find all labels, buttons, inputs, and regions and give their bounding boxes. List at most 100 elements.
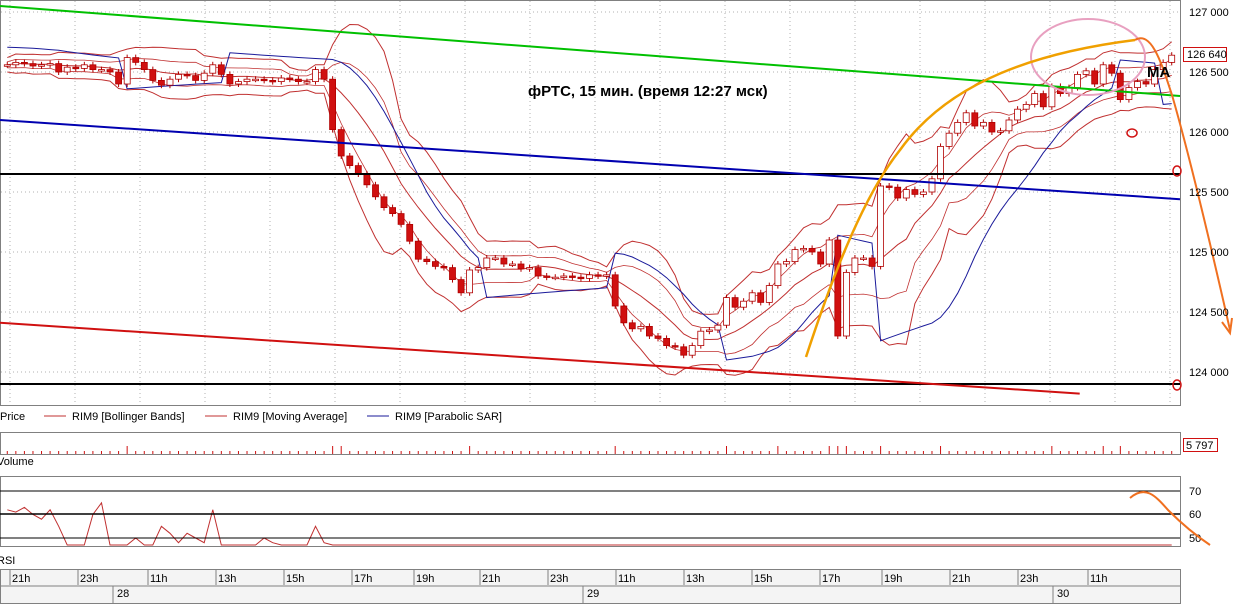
- price-tick: 125 000: [1189, 247, 1229, 259]
- candle-body: [680, 346, 688, 356]
- candle-body: [20, 62, 28, 65]
- candle-body: [894, 186, 902, 199]
- candle-body: [911, 189, 919, 195]
- day-label: 28: [117, 588, 129, 600]
- candle-body: [1108, 64, 1116, 74]
- candle-body: [175, 74, 182, 80]
- candle-body: [200, 72, 208, 81]
- price-tick: 126 000: [1189, 127, 1229, 139]
- candle-body: [380, 196, 388, 209]
- candle-body: [534, 267, 542, 277]
- time-tick-label: 19h: [416, 573, 434, 585]
- candle-body: [329, 78, 337, 130]
- time-tick-label: 21h: [482, 573, 500, 585]
- candle-body: [1022, 104, 1030, 110]
- candle-body: [920, 191, 927, 195]
- candle-body: [209, 64, 217, 74]
- candle-body: [783, 261, 790, 265]
- candle-body: [363, 173, 371, 186]
- candle-body: [46, 63, 54, 66]
- candle-body: [594, 274, 602, 277]
- candle-body: [235, 81, 242, 85]
- volume-label: Volume: [0, 456, 34, 468]
- candle-body: [1091, 70, 1099, 85]
- candle-body: [646, 325, 653, 337]
- candle-body: [312, 69, 319, 82]
- candle-body: [1099, 64, 1107, 85]
- candle-body: [226, 74, 234, 85]
- day-label: 30: [1057, 588, 1069, 600]
- price-chart: фРТС, 15 мин. (время 12:27 мск) MA 127 0…: [0, 0, 1233, 604]
- candle-body: [1014, 108, 1021, 121]
- candle-body: [89, 64, 97, 71]
- price-tick: 124 500: [1189, 307, 1229, 319]
- candle-body: [654, 335, 662, 339]
- candle-body: [988, 122, 996, 133]
- candle-body: [38, 64, 45, 67]
- candle-body: [483, 257, 491, 269]
- time-tick-label: 15h: [286, 573, 304, 585]
- time-tick-label: 19h: [884, 573, 902, 585]
- price-tick: 124 000: [1189, 367, 1229, 379]
- candle-body: [397, 213, 405, 225]
- candle-body: [620, 305, 628, 324]
- time-tick-label: 11h: [1090, 573, 1108, 585]
- legend: Price RIM9 [Bollinger Bands] RIM9 [Movin…: [0, 411, 502, 423]
- candle-body: [997, 130, 1004, 133]
- candle-body: [320, 69, 328, 80]
- candle-body: [543, 275, 551, 278]
- candle-body: [474, 267, 482, 271]
- time-tick-label: 21h: [952, 573, 970, 585]
- candle-body: [252, 78, 260, 82]
- candle-body: [269, 80, 277, 83]
- candle-body: [423, 258, 431, 263]
- candle-body: [868, 257, 876, 267]
- price-panel: [0, 0, 1181, 406]
- candle-body: [1031, 93, 1039, 105]
- price-tick: 126 500: [1189, 67, 1229, 79]
- candle-body: [157, 80, 165, 86]
- candle-body: [55, 63, 63, 73]
- rsi-tick: 70: [1189, 486, 1201, 498]
- candle-body: [628, 322, 636, 330]
- current-price-label: 126 640: [1187, 49, 1227, 61]
- candle-body: [671, 345, 679, 348]
- candle-body: [945, 132, 953, 147]
- candle-body: [962, 112, 970, 123]
- candle-body: [354, 165, 362, 175]
- candle-body: [1168, 54, 1176, 63]
- candle-body: [808, 247, 816, 253]
- candle-body: [80, 64, 88, 69]
- candle-body: [526, 267, 533, 270]
- rsi-label: RSI: [0, 555, 15, 567]
- time-tick-label: 13h: [686, 573, 704, 585]
- time-tick-label: 13h: [218, 573, 236, 585]
- candle-body: [449, 267, 456, 281]
- rsi-tick: 60: [1189, 509, 1201, 521]
- time-tick-label: 23h: [80, 573, 98, 585]
- candle-body: [928, 178, 936, 193]
- candle-body: [825, 239, 833, 265]
- candle-body: [466, 269, 474, 294]
- candle-body: [637, 325, 645, 330]
- candle-body: [389, 207, 397, 215]
- chart-window: фРТС, 15 мин. (время 12:27 мск) MA 127 0…: [0, 0, 1233, 605]
- legend-price: Price: [0, 411, 25, 423]
- ma-annotation: MA: [1147, 64, 1170, 81]
- candle-body: [688, 345, 696, 356]
- candle-body: [98, 69, 105, 72]
- legend-ma: RIM9 [Moving Average]: [233, 411, 347, 423]
- candle-body: [714, 324, 722, 331]
- candle-body: [12, 62, 20, 66]
- price-tick: 125 500: [1189, 187, 1229, 199]
- candle-body: [123, 57, 131, 85]
- time-tick-label: 11h: [150, 573, 168, 585]
- candle-body: [765, 285, 773, 303]
- legend-bollinger: RIM9 [Bollinger Bands]: [72, 411, 185, 423]
- candle-body: [406, 223, 414, 242]
- candle-body: [834, 239, 842, 337]
- candle-body: [748, 292, 756, 302]
- candle-body: [414, 240, 422, 260]
- candle-body: [500, 257, 508, 265]
- candle-body: [243, 78, 251, 82]
